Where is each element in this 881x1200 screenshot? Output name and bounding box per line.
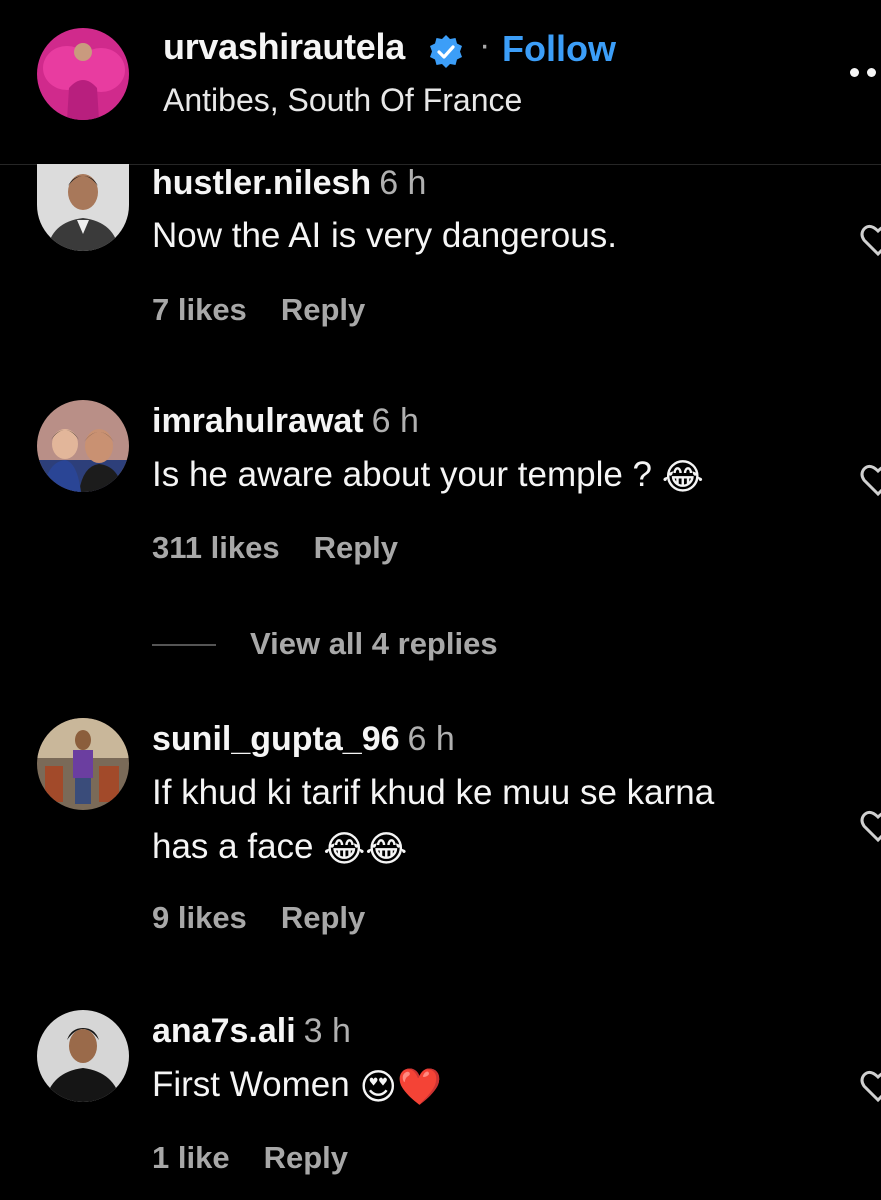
reply-button[interactable]: Reply: [264, 1140, 348, 1175]
comment-timestamp: 6 h: [379, 164, 427, 202]
author-avatar[interactable]: [37, 28, 129, 120]
heart-outline-icon[interactable]: [858, 806, 881, 846]
separator-dot: ·: [479, 26, 491, 64]
view-replies-button[interactable]: View all 4 replies: [152, 622, 552, 668]
reply-button[interactable]: Reply: [281, 292, 365, 327]
more-options-icon[interactable]: [846, 64, 881, 82]
comment-text-content: has a face: [152, 827, 314, 866]
comment-text-line: If khud ki tarif khud ke muu se karna: [152, 773, 715, 812]
verified-badge-icon: [427, 33, 465, 71]
commenter-avatar[interactable]: [37, 718, 129, 810]
comment-timestamp: 3 h: [303, 1012, 351, 1050]
reply-button[interactable]: Reply: [314, 530, 398, 565]
comment-meta: imrahulrawat 6 h: [152, 402, 419, 441]
comment-item: hustler.nilesh 6 h Now the AI is very dan…: [0, 164, 881, 364]
comment-meta: ana7s.ali 3 h: [152, 1012, 351, 1051]
comment-text-line-2: has a face 😂😂: [152, 820, 832, 877]
like-count[interactable]: 7 likes: [152, 292, 247, 327]
comment-text: Is he aware about your temple ? 😂: [152, 448, 832, 505]
comment-text-content: First Women: [152, 1065, 350, 1104]
commenter-username[interactable]: imrahulrawat: [152, 402, 364, 440]
comment-item: sunil_gupta_96 6 h If khud ki tarif khud …: [0, 718, 881, 958]
like-count[interactable]: 311 likes: [152, 530, 280, 565]
post-header: urvashirautela · Follow Antibes, South O…: [0, 0, 881, 165]
comment-text: If khud ki tarif khud ke muu se karna ha…: [152, 766, 832, 877]
replies-divider: [152, 644, 216, 646]
comment-meta: hustler.nilesh 6 h: [152, 164, 426, 203]
laughing-emoji: 😂: [661, 457, 704, 498]
laughing-emoji: 😂😂: [323, 829, 408, 870]
instagram-comments-screen: urvashirautela · Follow Antibes, South O…: [0, 0, 881, 1200]
heart-eyes-emoji: 😍❤️: [359, 1067, 442, 1108]
commenter-username[interactable]: ana7s.ali: [152, 1012, 296, 1050]
heart-outline-icon[interactable]: [858, 1066, 881, 1106]
comment-actions: 7 likes Reply: [152, 292, 365, 328]
comment-timestamp: 6 h: [407, 720, 455, 758]
commenter-avatar[interactable]: [37, 400, 129, 492]
comment-text: Now the AI is very dangerous.: [152, 209, 832, 263]
comment-text-content: Now the AI is very dangerous.: [152, 216, 617, 255]
post-location[interactable]: Antibes, South Of France: [163, 82, 522, 119]
commenter-avatar[interactable]: [37, 164, 129, 251]
reply-button[interactable]: Reply: [281, 900, 365, 935]
commenter-avatar[interactable]: [37, 1010, 129, 1102]
comment-text: First Women 😍❤️: [152, 1058, 832, 1115]
comment-timestamp: 6 h: [371, 402, 419, 440]
comment-meta: sunil_gupta_96 6 h: [152, 720, 455, 759]
follow-button[interactable]: Follow: [502, 28, 616, 70]
comment-actions: 9 likes Reply: [152, 900, 365, 936]
commenter-username[interactable]: hustler.nilesh: [152, 164, 371, 202]
comment-item: ana7s.ali 3 h First Women 😍❤️ 1 like Reply: [0, 1010, 881, 1200]
comment-text-content: Is he aware about your temple ?: [152, 455, 653, 494]
like-count[interactable]: 1 like: [152, 1140, 230, 1175]
commenter-username[interactable]: sunil_gupta_96: [152, 720, 400, 758]
heart-outline-icon[interactable]: [858, 220, 881, 260]
comment-actions: 311 likes Reply: [152, 530, 398, 566]
author-username[interactable]: urvashirautela: [163, 26, 405, 68]
like-count[interactable]: 9 likes: [152, 900, 247, 935]
view-replies-label[interactable]: View all 4 replies: [250, 626, 498, 662]
comment-actions: 1 like Reply: [152, 1140, 348, 1176]
heart-outline-icon[interactable]: [858, 460, 881, 500]
comment-item: imrahulrawat 6 h Is he aware about your t…: [0, 400, 881, 600]
